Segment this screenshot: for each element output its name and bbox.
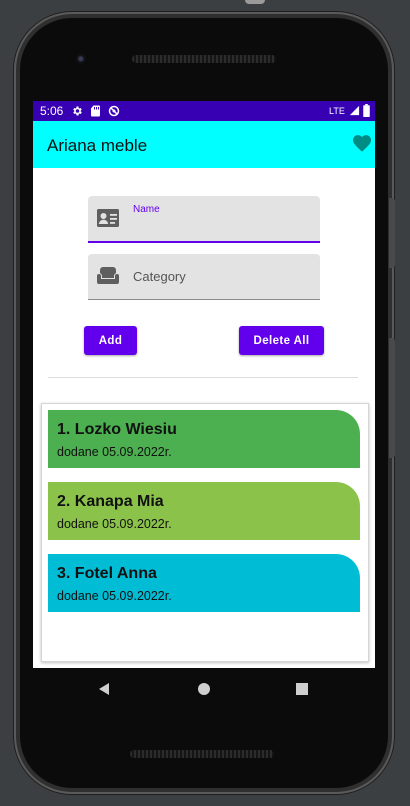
name-field-label: Name: [133, 204, 160, 215]
item-title: 2. Kanapa Mia: [57, 493, 164, 510]
network-type: LTE: [329, 106, 345, 116]
earpiece-speaker: [132, 55, 276, 63]
top-edge-nub: [245, 0, 265, 4]
back-icon[interactable]: [98, 682, 110, 696]
signal-icon: [349, 105, 360, 116]
bottom-speaker: [130, 750, 274, 758]
contact-card-icon: [97, 209, 119, 227]
volume-button[interactable]: [389, 338, 395, 458]
item-date: dodane 05.09.2022r.: [57, 445, 172, 459]
gear-icon: [73, 106, 82, 116]
status-bar: 5:06 LTE: [33, 101, 375, 121]
item-date: dodane 05.09.2022r.: [57, 517, 172, 531]
category-placeholder: Category: [133, 269, 186, 284]
item-list: 1. Lozko Wiesiu dodane 05.09.2022r. 2. K…: [41, 403, 369, 662]
item-date: dodane 05.09.2022r.: [57, 589, 172, 603]
no-sync-icon: [108, 105, 120, 117]
item-title: 3. Fotel Anna: [57, 565, 157, 582]
delete-all-button[interactable]: Delete All: [239, 326, 324, 355]
sofa-icon: [97, 267, 119, 284]
recents-icon[interactable]: [296, 683, 308, 695]
list-item[interactable]: 1. Lozko Wiesiu dodane 05.09.2022r.: [48, 410, 360, 468]
category-field[interactable]: Category: [88, 254, 320, 300]
battery-icon: [363, 104, 370, 117]
list-item[interactable]: 2. Kanapa Mia dodane 05.09.2022r.: [48, 482, 360, 540]
sd-card-icon: [91, 105, 100, 117]
app-title: Ariana meble: [47, 136, 148, 155]
divider: [48, 377, 358, 378]
add-button[interactable]: Add: [84, 326, 137, 355]
status-time: 5:06: [40, 104, 64, 118]
front-camera: [76, 54, 88, 66]
device-screen: 5:06 LTE Ariana meble Name Category Add …: [33, 101, 375, 668]
name-field[interactable]: Name: [88, 196, 320, 243]
list-item[interactable]: 3. Fotel Anna dodane 05.09.2022r.: [48, 554, 360, 612]
power-button[interactable]: [389, 198, 395, 268]
heart-icon[interactable]: [352, 134, 372, 152]
item-title: 1. Lozko Wiesiu: [57, 421, 177, 438]
home-icon[interactable]: [197, 682, 211, 696]
